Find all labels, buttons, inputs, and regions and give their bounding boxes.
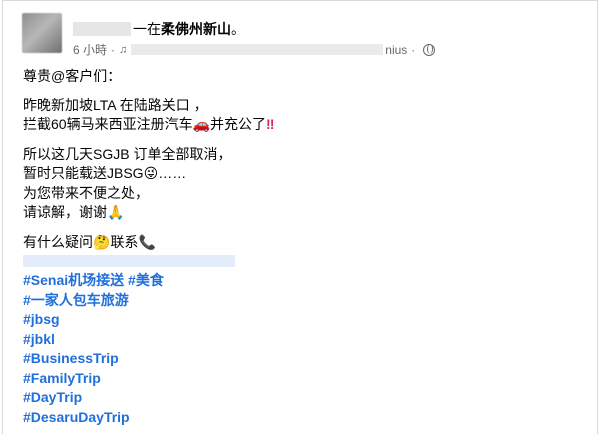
hashtag-line-2: #一家人包车旅游 xyxy=(23,291,583,311)
globe-icon[interactable] xyxy=(423,43,436,56)
post-text: 尊贵@客户们： 昨晚新加坡LTA 在陆路关口 ， 拦截60辆马来西亚注册汽车🚗并… xyxy=(23,67,583,427)
music-title-tail[interactable]: nius xyxy=(385,43,407,57)
double-exclamation-icon: ‼ xyxy=(266,116,275,132)
hashtag-line-3: #jbsg xyxy=(23,310,583,330)
header-period: 。 xyxy=(231,21,245,37)
p1-line-2-tail: 并充公了 xyxy=(210,116,267,132)
car-icon: 🚗 xyxy=(192,117,211,133)
p2-line-1: 所以这几天SGJB 订单全部取消， xyxy=(23,146,232,162)
meta-separator: · xyxy=(111,42,116,57)
hashtag-link[interactable]: #DesaruDayTrip xyxy=(23,409,130,425)
facebook-post-page: 一在 柔佛州新山 。 6 小時 · ♫ nius · 尊贵@客户们： 昨晚新加坡… xyxy=(0,0,601,434)
hashtag-line-6: #FamilyTrip xyxy=(23,369,583,389)
p2-line-2-text: 暂时只能载送JBSG xyxy=(23,165,144,181)
post-meta: 6 小時 · ♫ nius · xyxy=(73,41,436,58)
hashtag-link[interactable]: #jbkl xyxy=(23,331,55,347)
hashtag-line-1: #Senai机场接送 #美食 xyxy=(23,271,583,291)
hashtag-link[interactable]: #BusinessTrip xyxy=(23,350,119,366)
wink-tongue-icon: 😜 xyxy=(143,166,159,182)
greeting-line: 尊贵@客户们： xyxy=(23,68,122,84)
p2-line-2: 暂时只能载送JBSG😜…… xyxy=(23,164,583,184)
hashtag-line-8: #DesaruDayTrip xyxy=(23,408,583,428)
post-timestamp[interactable]: 6 小時 xyxy=(73,41,107,58)
music-note-icon: ♫ xyxy=(119,43,128,56)
paragraph-2: 所以这几天SGJB 订单全部取消， 暂时只能载送JBSG😜…… 为您带来不便之处… xyxy=(23,145,583,223)
hashtag-link[interactable]: #一家人包车旅游 xyxy=(23,292,129,308)
praying-hands-icon: 🙏 xyxy=(107,205,125,221)
p1-line-2: 拦截60辆马来西亚注册汽车🚗并充公了‼ xyxy=(23,115,583,135)
hashtag-link[interactable]: #jbsg xyxy=(23,311,60,327)
paragraph-1: 昨晚新加坡LTA 在陆路关口 ， 拦截60辆马来西亚注册汽车🚗并充公了‼ xyxy=(23,96,583,135)
blurred-music-info[interactable] xyxy=(131,44,384,55)
hashtag-line-4: #jbkl xyxy=(23,330,583,350)
p2-line-2-tail: …… xyxy=(158,165,187,181)
thinking-face-icon: 🤔 xyxy=(93,235,111,251)
hashtag-list: #Senai机场接送 #美食 #一家人包车旅游 #jbsg #jbkl #Bus… xyxy=(23,271,583,427)
author-avatar[interactable] xyxy=(22,13,62,53)
post-header: 一在 柔佛州新山 。 xyxy=(73,20,245,38)
hashtag-link[interactable]: #FamilyTrip xyxy=(23,370,101,386)
post-card: 一在 柔佛州新山 。 6 小時 · ♫ nius · 尊贵@客户们： 昨晚新加坡… xyxy=(2,0,598,434)
phone-icon: 📞 xyxy=(138,235,156,251)
blurred-author-name[interactable] xyxy=(73,22,131,36)
hashtag-link[interactable]: #美食 xyxy=(128,272,164,288)
author-suffix: 一在 xyxy=(133,21,161,37)
p1-line-1: 昨晚新加坡LTA 在陆路关口 ， xyxy=(23,97,208,113)
meta-separator-2: · xyxy=(411,42,416,57)
blurred-phone-number[interactable] xyxy=(23,255,235,267)
hashtag-link[interactable]: #DayTrip xyxy=(23,389,82,405)
p2-line-4: 请谅解，谢谢🙏 xyxy=(23,203,583,223)
paragraph-3: 有什么疑问🤔联系📞 xyxy=(23,233,583,267)
p3-line-1-text: 有什么疑问 xyxy=(23,234,93,250)
greeting-paragraph: 尊贵@客户们： xyxy=(23,67,583,86)
p2-line-4-text: 请谅解，谢谢 xyxy=(23,204,107,220)
p3-line-1: 有什么疑问🤔联系📞 xyxy=(23,233,583,253)
p2-line-3: 为您带来不便之处， xyxy=(23,185,149,201)
location-link[interactable]: 柔佛州新山 xyxy=(161,20,231,38)
p1-line-2-text: 拦截60辆马来西亚注册汽车 xyxy=(23,116,193,132)
hashtag-line-7: #DayTrip xyxy=(23,388,583,408)
hashtag-link[interactable]: #Senai机场接送 xyxy=(23,272,124,288)
hashtag-line-5: #BusinessTrip xyxy=(23,349,583,369)
p3-line-1-mid: 联系 xyxy=(110,234,139,250)
